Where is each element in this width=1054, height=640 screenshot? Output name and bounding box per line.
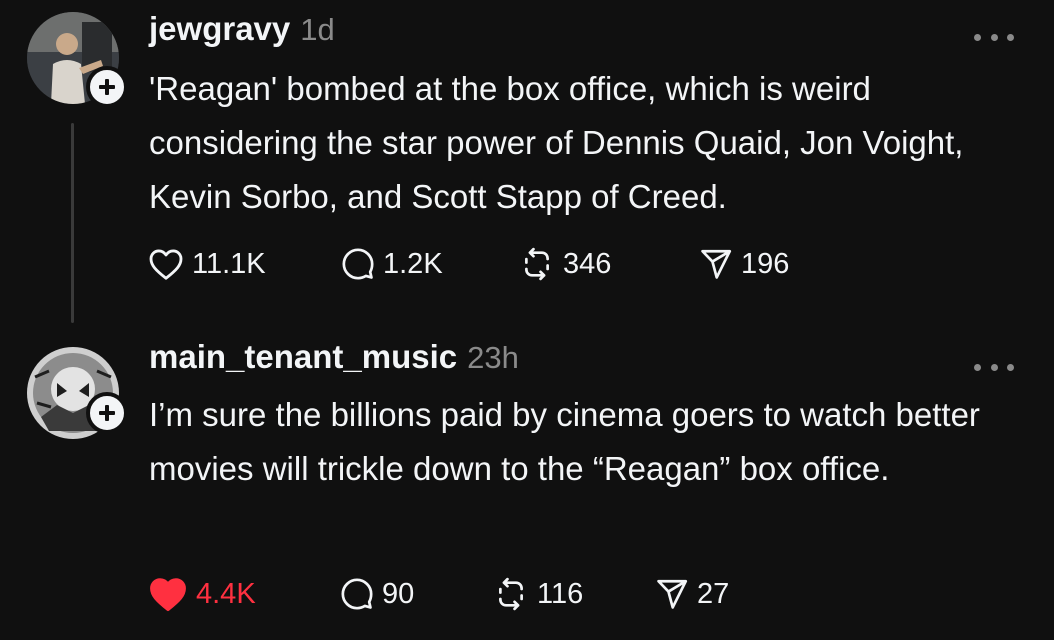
reply-button[interactable]: 90 <box>340 577 493 611</box>
like-count: 4.4K <box>196 577 256 610</box>
more-dots-icon[interactable] <box>974 30 1014 44</box>
thread-post: main_tenant_music 23h I’m sure the billi… <box>0 330 1054 640</box>
username[interactable]: jewgravy <box>149 10 290 48</box>
like-button[interactable]: 11.1K <box>148 247 341 281</box>
send-icon <box>657 579 688 609</box>
repost-icon <box>499 577 523 611</box>
repost-icon <box>525 247 549 281</box>
action-bar: 11.1K 1.2K 346 196 <box>148 247 789 281</box>
post-text: I’m sure the billions paid by cinema goe… <box>149 396 980 487</box>
speech-bubble-icon <box>341 578 373 610</box>
like-button[interactable]: 4.4K <box>148 576 340 612</box>
send-icon <box>701 249 732 279</box>
like-count: 11.1K <box>192 247 266 280</box>
reply-count: 90 <box>382 577 415 610</box>
timestamp: 23h <box>467 340 519 375</box>
post-header: main_tenant_music 23h <box>149 338 519 376</box>
share-count: 196 <box>741 247 790 280</box>
speech-bubble-icon <box>342 248 374 280</box>
action-bar: 4.4K 90 116 27 <box>148 576 729 612</box>
repost-count: 116 <box>537 577 584 610</box>
reply-count: 1.2K <box>383 247 443 280</box>
share-button[interactable]: 196 <box>699 247 789 281</box>
heart-icon <box>149 249 183 280</box>
share-count: 27 <box>697 577 730 610</box>
follow-plus-icon[interactable] <box>86 392 128 434</box>
follow-plus-icon[interactable] <box>86 66 128 108</box>
repost-button[interactable]: 116 <box>493 577 655 611</box>
share-button[interactable]: 27 <box>655 577 729 611</box>
heart-icon <box>150 578 186 612</box>
repost-button[interactable]: 346 <box>519 247 699 281</box>
username[interactable]: main_tenant_music <box>149 338 457 376</box>
thread-connector-line <box>71 123 74 323</box>
thread-post: jewgravy 1d 'Reagan' bombed at the box o… <box>0 0 1054 330</box>
post-text: 'Reagan' bombed at the box office, which… <box>149 70 964 215</box>
post-header: jewgravy 1d <box>149 10 335 48</box>
timestamp: 1d <box>300 12 335 47</box>
reply-button[interactable]: 1.2K <box>341 247 519 281</box>
more-dots-icon[interactable] <box>974 360 1014 374</box>
repost-count: 346 <box>563 247 612 280</box>
